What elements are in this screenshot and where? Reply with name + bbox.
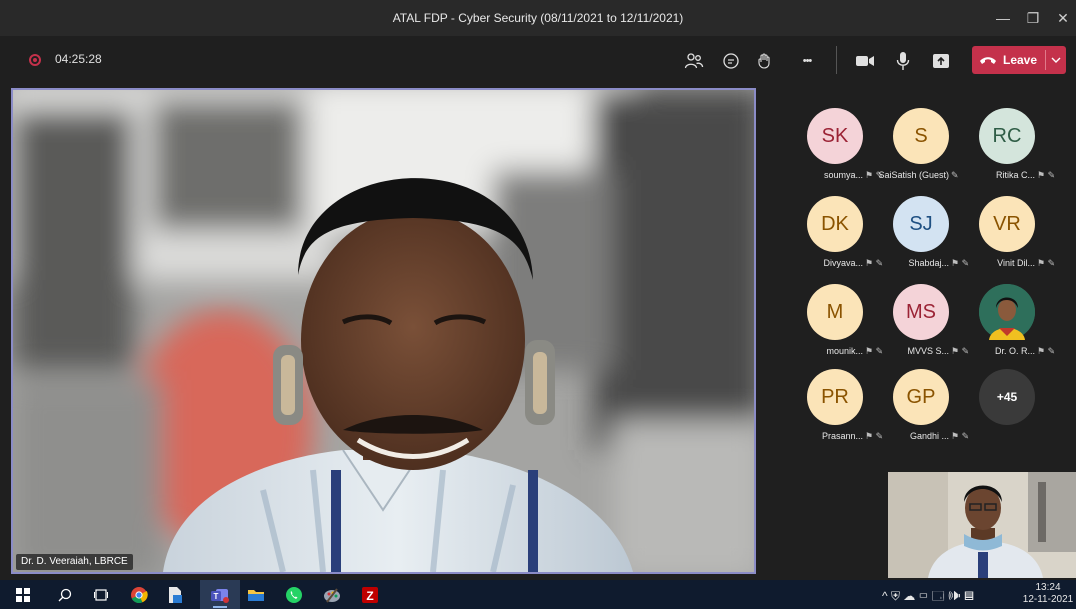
phone-hangup-icon [979, 57, 996, 64]
filezilla-icon: Z [362, 587, 378, 603]
system-tray-icons[interactable]: ^ ⛨ ☁ ▭ 🗔 🕪 ▤ [882, 587, 974, 608]
speaker-name-tag: Dr. D. Veeraiah, LBRCE [16, 554, 133, 570]
more-actions-button[interactable]: ••• [794, 48, 820, 74]
start-button[interactable] [12, 584, 34, 606]
participant-name: Shabdaj... [908, 258, 949, 268]
participant-avatar: PR [807, 369, 863, 425]
recording-icon [29, 54, 41, 66]
whatsapp-icon [286, 587, 302, 603]
camera-icon [856, 56, 874, 66]
leave-label: Leave [1002, 53, 1038, 67]
task-view-icon [94, 589, 108, 601]
taskbar-search-button[interactable] [54, 584, 76, 606]
participant-name: Vinit Dil... [997, 258, 1035, 268]
self-view-video[interactable] [888, 472, 1076, 578]
participant-avatar: RC [979, 108, 1035, 164]
close-button[interactable]: ✕ [1048, 0, 1076, 36]
participant-tile[interactable]: GP Gandhi ... ⚑ ✎ [881, 369, 969, 449]
speaker-video-frame [13, 90, 754, 572]
participant-tile[interactable]: VR Vinit Dil... ⚑ ✎ [967, 196, 1055, 276]
participant-avatar: VR [979, 196, 1035, 252]
paint-app-taskbar-button[interactable] [321, 584, 343, 606]
teams-active-indicator [213, 606, 227, 608]
participant-avatar: DK [807, 196, 863, 252]
teams-taskbar-button[interactable]: T [209, 584, 231, 606]
microphone-icon [896, 52, 910, 70]
participant-tile[interactable]: Dr. O. R... ⚑ ✎ [967, 284, 1055, 364]
chat-icon [723, 53, 739, 69]
file-app-taskbar-button[interactable] [164, 584, 186, 606]
mic-muted-icon: ⚑ ✎ [1037, 258, 1056, 268]
meeting-timer: 04:25:28 [55, 52, 102, 66]
palette-icon [324, 588, 340, 603]
participant-avatar: SK [807, 108, 863, 164]
chrome-taskbar-button[interactable] [128, 584, 150, 606]
svg-text:T: T [214, 592, 219, 601]
filezilla-taskbar-button[interactable]: Z [359, 584, 381, 606]
mic-muted-icon: ⚑ ✎ [1037, 170, 1056, 180]
search-icon [58, 588, 72, 602]
file-explorer-taskbar-button[interactable] [245, 584, 267, 606]
taskbar-clock[interactable]: 13:24 12-11-2021 [1022, 582, 1074, 606]
more-participants-button[interactable]: +45 [979, 369, 1035, 425]
chrome-icon [131, 587, 148, 604]
whatsapp-taskbar-button[interactable] [283, 584, 305, 606]
leave-button-group: Leave [972, 46, 1066, 74]
folder-icon [248, 590, 264, 601]
participants-button[interactable] [681, 48, 707, 74]
chevron-down-icon [1051, 57, 1061, 63]
participant-name: Prasann... [821, 431, 863, 441]
leave-options-button[interactable] [1046, 46, 1066, 74]
participant-avatar: M [807, 284, 863, 340]
participant-avatar [979, 284, 1035, 340]
main-video[interactable] [11, 88, 756, 574]
participant-name: SaiSatish (Guest) [878, 170, 949, 180]
participant-name: Gandhi ... [909, 431, 949, 441]
raise-hand-button[interactable] [752, 48, 778, 74]
participant-avatar: MS [893, 284, 949, 340]
participant-avatar: SJ [893, 196, 949, 252]
teams-icon: T [211, 589, 229, 603]
hand-icon [758, 53, 770, 69]
participant-name: soumya... [823, 170, 863, 180]
mic-muted-icon: ⚑ ✎ [1037, 346, 1056, 356]
profile-photo-icon [979, 284, 1035, 340]
clock-time: 13:24 [1035, 582, 1061, 593]
participant-name: mounik... [826, 346, 863, 356]
microphone-button[interactable] [890, 48, 916, 74]
task-view-button[interactable] [90, 584, 112, 606]
self-view-frame [888, 472, 1076, 578]
participant-name: MVVS S... [907, 346, 949, 356]
leave-button[interactable]: Leave [972, 46, 1044, 74]
toolbar-divider [836, 46, 837, 74]
windows-logo-icon [16, 588, 30, 602]
participant-avatar: S [893, 108, 949, 164]
minimize-button[interactable]: — [988, 0, 1018, 36]
participant-name: Dr. O. R... [994, 346, 1035, 356]
svg-text:Z: Z [366, 589, 373, 603]
participant-name: Divyava... [823, 258, 863, 268]
people-icon [684, 53, 704, 69]
maximize-button[interactable]: ❐ [1018, 0, 1048, 36]
share-screen-button[interactable] [928, 48, 954, 74]
camera-button[interactable] [852, 48, 878, 74]
participant-avatar: GP [893, 369, 949, 425]
document-icon [169, 587, 182, 603]
window-title: ATAL FDP - Cyber Security (08/11/2021 to… [392, 11, 684, 25]
chat-button[interactable] [718, 48, 744, 74]
clock-date: 12-11-2021 [1022, 594, 1074, 605]
share-icon [933, 54, 949, 68]
participant-name: Ritika C... [995, 170, 1035, 180]
title-bar: ATAL FDP - Cyber Security (08/11/2021 to… [0, 0, 1076, 36]
mic-muted-icon: ⚑ ✎ [951, 431, 970, 441]
participant-tile[interactable]: RC Ritika C... ⚑ ✎ [967, 108, 1055, 188]
